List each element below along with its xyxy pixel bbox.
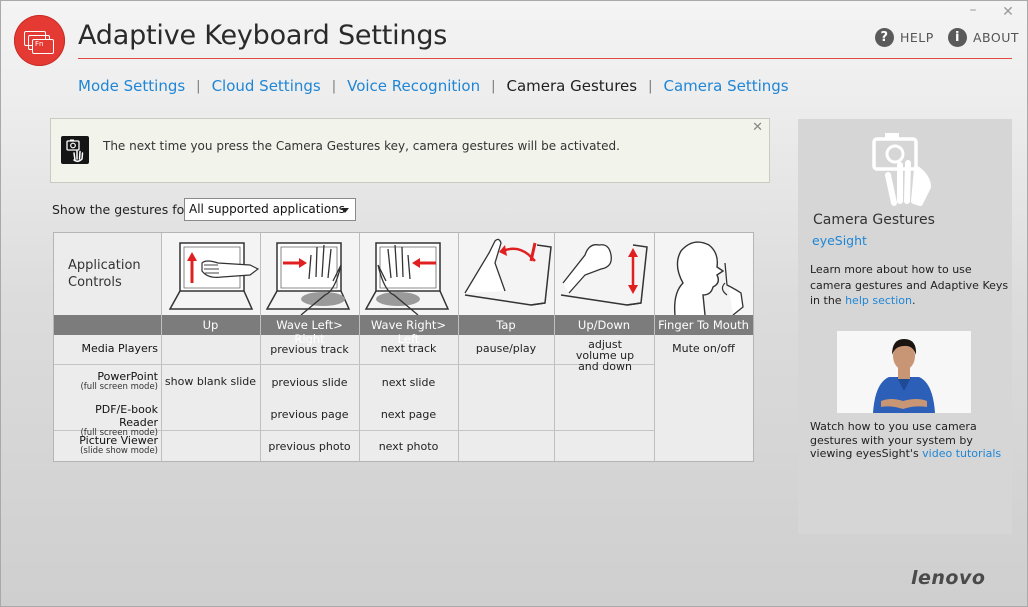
application-filter-select[interactable]: All supported applications xyxy=(184,198,356,221)
gesture-tap-image xyxy=(458,233,554,315)
grid-line xyxy=(359,315,360,461)
nav-separator: | xyxy=(648,78,653,94)
grid-line xyxy=(161,315,162,461)
table-cell: previous slide xyxy=(271,376,348,389)
table-cell: Mute on/off xyxy=(672,342,735,355)
help-link[interactable]: ? HELP xyxy=(875,28,934,47)
gestures-table: Application Controls Up Wave Left> Right… xyxy=(53,232,754,462)
gesture-up-image xyxy=(161,233,260,315)
side-panel: Camera Gestures eyeSight Learn more abou… xyxy=(798,119,1012,534)
notification-banner: The next time you press the Camera Gestu… xyxy=(50,118,770,183)
row-name: PDF/E-book Reader xyxy=(95,403,158,429)
side-title: Camera Gestures xyxy=(813,212,935,228)
corner-label-line: Application xyxy=(68,258,141,273)
help-section-link[interactable]: help section xyxy=(845,294,912,307)
close-window-button[interactable]: ✕ xyxy=(1000,4,1016,20)
gesture-up-down-image xyxy=(554,233,654,315)
tab-camera-gestures[interactable]: Camera Gestures xyxy=(507,77,638,95)
help-label: HELP xyxy=(900,30,934,45)
row-subtitle: (full screen mode) xyxy=(80,382,158,392)
help-icon: ? xyxy=(875,28,894,47)
table-cell: next track xyxy=(380,342,437,355)
side-subtitle: eyeSight xyxy=(812,233,867,248)
about-link[interactable]: i ABOUT xyxy=(948,28,1019,47)
corner-label-line: Controls xyxy=(68,275,122,290)
tab-voice-recognition[interactable]: Voice Recognition xyxy=(347,77,480,95)
column-header-wave-left-right: Wave Left> Right xyxy=(276,318,343,346)
row-label-media-players: Media Players xyxy=(54,342,159,355)
column-header-tap: Tap xyxy=(496,318,516,332)
column-header-up: Up xyxy=(202,318,219,332)
minimize-button[interactable]: – xyxy=(965,2,981,18)
tab-mode-settings[interactable]: Mode Settings xyxy=(78,77,185,95)
table-cell: previous track xyxy=(270,343,349,356)
learn-more-suffix: . xyxy=(911,294,916,307)
gesture-wave-left-right-image xyxy=(260,233,359,316)
learn-more-text: Learn more about how to use camera gestu… xyxy=(810,262,1010,309)
row-name: Media Players xyxy=(81,342,159,355)
row-label-picture-viewer: Picture Viewer (slide show mode) xyxy=(54,434,158,456)
video-tutorials-link[interactable]: video tutorials xyxy=(922,447,1001,460)
camera-gesture-icon xyxy=(61,136,89,164)
watch-tutorials-text: Watch how to you use camera gestures wit… xyxy=(810,420,1010,461)
close-icon[interactable]: ✕ xyxy=(752,120,763,135)
info-icon: i xyxy=(948,28,967,47)
logo-fn-text: Fn xyxy=(35,40,44,48)
app-logo: Fn xyxy=(14,15,65,66)
grid-line xyxy=(260,315,261,461)
row-label-pdf-reader: PDF/E-book Reader (full screen mode) xyxy=(54,403,158,438)
column-header-up-down: Up/Down xyxy=(577,318,631,332)
notification-text: The next time you press the Camera Gestu… xyxy=(103,139,620,153)
row-subtitle: (slide show mode) xyxy=(80,446,158,456)
nav-separator: | xyxy=(491,78,496,94)
nav-separator: | xyxy=(331,78,337,94)
table-cell: next photo xyxy=(378,440,439,453)
table-cell: show blank slide xyxy=(164,375,257,388)
nav-separator: | xyxy=(196,78,201,94)
lenovo-logo: lenovo xyxy=(911,567,986,589)
row-label-powerpoint: PowerPoint (full screen mode) xyxy=(54,370,158,392)
camera-hand-icon xyxy=(870,127,940,211)
grid-line xyxy=(458,315,459,461)
title-divider xyxy=(78,58,1012,59)
table-cell: pause/play xyxy=(475,342,537,355)
table-cell: adjust volume up and down xyxy=(575,338,635,373)
table-cell: next slide xyxy=(381,376,436,389)
tab-cloud-settings[interactable]: Cloud Settings xyxy=(212,77,321,95)
settings-nav: Mode Settings | Cloud Settings | Voice R… xyxy=(78,77,789,95)
grid-line xyxy=(554,315,555,461)
gesture-finger-to-mouth-image xyxy=(654,233,753,316)
chevron-down-icon xyxy=(341,208,349,213)
gesture-wave-right-left-image xyxy=(359,233,458,316)
filter-label: Show the gestures for xyxy=(52,202,190,217)
table-cell: next page xyxy=(380,408,437,421)
about-label: ABOUT xyxy=(973,30,1020,45)
table-cell: previous page xyxy=(270,408,349,421)
app-title: Adaptive Keyboard Settings xyxy=(78,20,448,51)
grid-line xyxy=(654,315,655,461)
grid-line xyxy=(54,364,654,365)
table-cell: previous photo xyxy=(268,440,351,453)
tab-camera-settings[interactable]: Camera Settings xyxy=(663,77,788,95)
video-thumbnail[interactable] xyxy=(837,331,971,413)
filter-selected-value: All supported applications xyxy=(189,202,346,216)
column-header-finger-to-mouth: Finger To Mouth xyxy=(658,318,749,332)
table-corner-label: Application Controls xyxy=(68,257,141,291)
